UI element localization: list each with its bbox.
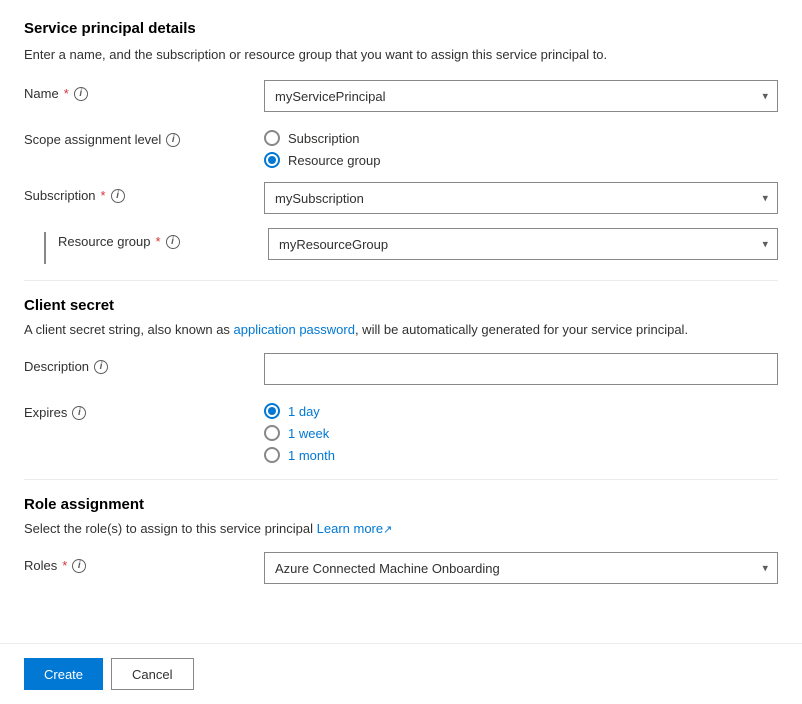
create-button[interactable]: Create — [24, 658, 103, 690]
scope-resource-group-label: Resource group — [288, 153, 381, 168]
name-select-wrapper: myServicePrincipal ▾ — [264, 80, 778, 112]
resource-group-select-wrapper: myResourceGroup ▾ — [268, 228, 778, 260]
roles-select-wrapper: Azure Connected Machine Onboarding ▾ — [264, 552, 778, 584]
expires-1week-label: 1 week — [288, 426, 329, 441]
divider-1 — [24, 280, 778, 281]
expires-label: Expires i — [24, 399, 264, 420]
scope-subscription-radio[interactable] — [264, 130, 280, 146]
scope-control: Subscription Resource group — [264, 126, 778, 168]
subscription-row: Subscription * i mySubscription ▾ — [24, 182, 778, 214]
divider-2 — [24, 479, 778, 480]
expires-row: Expires i 1 day 1 week 1 month — [24, 399, 778, 463]
learn-more-external-icon: ↗ — [383, 524, 392, 536]
roles-row: Roles * i Azure Connected Machine Onboar… — [24, 552, 778, 584]
roles-label: Roles * i — [24, 552, 264, 573]
expires-1month-option[interactable]: 1 month — [264, 447, 778, 463]
description-row: Description i — [24, 353, 778, 385]
description-label: Description i — [24, 353, 264, 374]
description-info-icon[interactable]: i — [94, 360, 108, 374]
resource-group-control: myResourceGroup ▾ — [268, 228, 778, 260]
footer: Create Cancel — [0, 643, 802, 704]
expires-1week-option[interactable]: 1 week — [264, 425, 778, 441]
client-secret-section: Client secret A client secret string, al… — [24, 297, 778, 463]
subscription-select[interactable]: mySubscription — [264, 182, 778, 214]
subscription-required: * — [101, 188, 106, 203]
description-input[interactable] — [264, 353, 778, 385]
expires-1day-label: 1 day — [288, 404, 320, 419]
expires-1month-radio[interactable] — [264, 447, 280, 463]
page-title: Service principal details — [24, 20, 778, 37]
resource-group-row: Resource group * i myResourceGroup ▾ — [24, 228, 778, 264]
roles-control: Azure Connected Machine Onboarding ▾ — [264, 552, 778, 584]
page-description: Enter a name, and the subscription or re… — [24, 47, 778, 62]
name-required: * — [64, 86, 69, 101]
expires-1month-label: 1 month — [288, 448, 335, 463]
roles-info-icon[interactable]: i — [72, 559, 86, 573]
application-password-link[interactable]: application password — [234, 322, 355, 337]
expires-radio-group: 1 day 1 week 1 month — [264, 399, 778, 463]
role-assignment-section: Role assignment Select the role(s) to as… — [24, 496, 778, 584]
client-secret-title: Client secret — [24, 297, 778, 314]
name-info-icon[interactable]: i — [74, 87, 88, 101]
subscription-info-icon[interactable]: i — [111, 189, 125, 203]
resource-group-select[interactable]: myResourceGroup — [268, 228, 778, 260]
scope-info-icon[interactable]: i — [166, 133, 180, 147]
scope-subscription-label: Subscription — [288, 131, 360, 146]
subscription-control: mySubscription ▾ — [264, 182, 778, 214]
client-secret-description: A client secret string, also known as ap… — [24, 322, 778, 337]
subscription-label: Subscription * i — [24, 182, 264, 203]
role-assignment-title: Role assignment — [24, 496, 778, 513]
scope-label: Scope assignment level i — [24, 126, 264, 147]
cancel-button[interactable]: Cancel — [111, 658, 193, 690]
description-control — [264, 353, 778, 385]
name-control: myServicePrincipal ▾ — [264, 80, 778, 112]
name-label: Name * i — [24, 80, 264, 101]
resource-group-required: * — [156, 234, 161, 249]
scope-row: Scope assignment level i Subscription Re… — [24, 126, 778, 168]
scope-resource-group-radio[interactable] — [264, 152, 280, 168]
expires-1week-radio[interactable] — [264, 425, 280, 441]
expires-control: 1 day 1 week 1 month — [264, 399, 778, 463]
scope-subscription-option[interactable]: Subscription — [264, 130, 778, 146]
expires-1day-option[interactable]: 1 day — [264, 403, 778, 419]
resource-group-label: Resource group * i — [58, 228, 268, 249]
learn-more-link[interactable]: Learn more↗ — [317, 521, 393, 536]
name-row: Name * i myServicePrincipal ▾ — [24, 80, 778, 112]
scope-resource-group-option[interactable]: Resource group — [264, 152, 778, 168]
expires-info-icon[interactable]: i — [72, 406, 86, 420]
scope-radio-group: Subscription Resource group — [264, 126, 778, 168]
name-select[interactable]: myServicePrincipal — [264, 80, 778, 112]
expires-1day-radio[interactable] — [264, 403, 280, 419]
roles-select[interactable]: Azure Connected Machine Onboarding — [264, 552, 778, 584]
role-assignment-description: Select the role(s) to assign to this ser… — [24, 521, 778, 536]
subscription-select-wrapper: mySubscription ▾ — [264, 182, 778, 214]
roles-required: * — [62, 558, 67, 573]
resource-group-info-icon[interactable]: i — [166, 235, 180, 249]
